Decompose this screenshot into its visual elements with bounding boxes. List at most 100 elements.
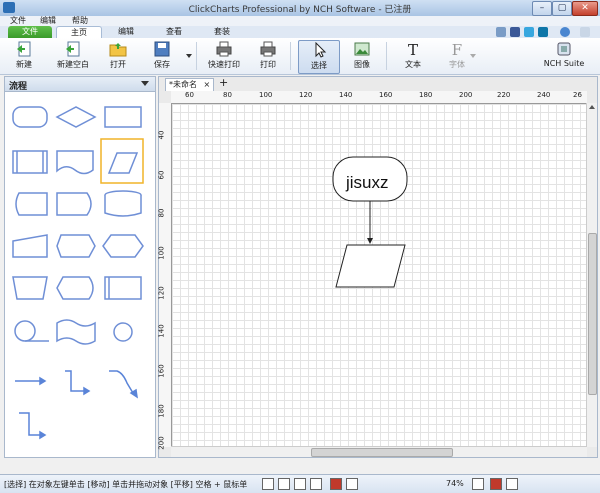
ruler-tick-label: 240 [537, 91, 551, 99]
shape-predefined-process[interactable] [12, 150, 48, 174]
svg-text:F: F [452, 41, 462, 57]
shape-process[interactable] [104, 106, 142, 128]
layout-toggle-icon[interactable] [506, 478, 518, 490]
ruler-tick-label: 160 [157, 364, 166, 378]
menu-item-help[interactable]: 帮助 [72, 16, 88, 26]
scroll-up-icon[interactable] [589, 105, 595, 109]
shape-connector[interactable] [113, 322, 133, 342]
font-dropdown-icon[interactable] [470, 54, 476, 58]
page-icon[interactable] [278, 478, 290, 490]
close-button[interactable]: ✕ [572, 1, 598, 16]
new-blank-label: 新建空白 [57, 60, 89, 69]
tab-suite[interactable]: 套装 [200, 26, 244, 38]
toolbar-separator [196, 42, 197, 70]
shape-library-panel: 流程 [4, 76, 156, 458]
shape-sequential-data[interactable] [14, 320, 49, 342]
text-button[interactable]: T 文本 [396, 40, 430, 72]
linkedin-icon[interactable] [538, 27, 548, 37]
open-label: 打开 [110, 60, 126, 69]
select-button[interactable]: 选择 [298, 40, 340, 74]
window-title: ClickCharts Professional by NCH Software… [188, 5, 412, 15]
menu-item-edit[interactable]: 编辑 [40, 16, 56, 26]
document-tab-label: *未命名 [169, 80, 197, 89]
ruler-tick-label: 60 [157, 170, 166, 180]
folder-icon [109, 43, 127, 57]
cart-icon[interactable] [496, 27, 506, 37]
shape-manual-input[interactable] [12, 234, 48, 258]
fit-page-icon[interactable] [262, 478, 274, 490]
new-button[interactable]: 新建 [4, 40, 44, 72]
shape-decision[interactable] [55, 106, 97, 128]
snap-icon[interactable] [294, 478, 306, 490]
zoom-icon[interactable] [472, 478, 484, 490]
nch-suite-button[interactable]: NCH Suite [538, 40, 590, 72]
quick-print-button[interactable]: 快速打印 [202, 40, 246, 72]
connector-elbow-down[interactable] [19, 412, 47, 440]
shape-data[interactable] [107, 152, 139, 174]
ruler-tick-label: 160 [379, 91, 393, 99]
shape-punched-tape[interactable] [56, 319, 96, 345]
new-blank-icon [66, 41, 80, 57]
text-label: 文本 [405, 60, 421, 69]
add-tab-button[interactable]: + [219, 77, 228, 89]
font-icon: F [452, 41, 462, 57]
shape-category-dropdown[interactable]: 流程 [5, 77, 155, 92]
document-tab[interactable]: *未命名 × [165, 78, 215, 91]
quick-print-icon [216, 41, 232, 57]
vertical-scrollbar[interactable] [586, 103, 597, 447]
shape-disk[interactable] [104, 190, 142, 217]
shape-document[interactable] [56, 150, 94, 175]
ruler-tick-label: 120 [299, 91, 313, 99]
scroll-thumb[interactable] [311, 448, 453, 457]
menu-bar: 文件 编辑 帮助 [0, 16, 600, 26]
save-dropdown-icon[interactable] [186, 54, 192, 58]
ruler-tick-label: 26 [573, 91, 582, 99]
menu-item-file[interactable]: 文件 [10, 16, 26, 26]
cursor-icon [315, 42, 327, 58]
shape-terminator[interactable] [12, 106, 48, 128]
ruler-tick-label: 140 [157, 324, 166, 338]
twitter-icon[interactable] [524, 27, 534, 37]
zoom-level[interactable]: 74% [446, 479, 464, 488]
new-blank-button[interactable]: 新建空白 [50, 40, 96, 72]
shape-preparation[interactable] [102, 234, 144, 258]
open-button[interactable]: 打开 [102, 40, 134, 72]
new-label: 新建 [16, 60, 32, 69]
magnet-icon[interactable] [330, 478, 342, 490]
tab-file[interactable]: 文件 [8, 26, 52, 38]
grid-toggle-icon[interactable] [490, 478, 502, 490]
close-tab-icon[interactable]: × [204, 80, 211, 89]
shape-internal-storage[interactable] [104, 276, 142, 300]
chevron-down-icon [141, 81, 149, 86]
tab-view[interactable]: 查看 [152, 26, 196, 38]
title-bar: ClickCharts Professional by NCH Software… [0, 0, 600, 17]
shape-preparation-alt[interactable] [56, 234, 96, 258]
shape-display[interactable] [56, 276, 94, 300]
vertical-ruler: 40 60 80 100 120 140 160 180 200 [157, 103, 172, 450]
layout-icon[interactable] [346, 478, 358, 490]
shape-manual-operation[interactable] [12, 276, 48, 300]
save-label: 保存 [154, 60, 170, 69]
scroll-thumb[interactable] [588, 233, 597, 395]
connector-elbow[interactable] [65, 370, 91, 396]
print-button[interactable]: 打印 [252, 40, 284, 72]
image-button[interactable]: 图像 [346, 40, 378, 72]
font-button[interactable]: F 字体 [440, 40, 474, 72]
shape-stored-data[interactable] [15, 192, 48, 216]
ruler-tick-label: 220 [497, 91, 511, 99]
horizontal-scrollbar[interactable] [171, 446, 587, 457]
dropdown-icon[interactable] [580, 27, 590, 37]
facebook-icon[interactable] [510, 27, 520, 37]
save-button[interactable]: 保存 [144, 40, 180, 72]
quick-print-label: 快速打印 [208, 60, 240, 69]
minimize-button[interactable]: – [532, 1, 552, 16]
tab-edit[interactable]: 编辑 [104, 26, 148, 38]
connector-straight[interactable] [15, 376, 47, 386]
connector-tool-icon[interactable] [310, 478, 322, 490]
svg-text:T: T [408, 41, 418, 57]
flowchart-node-data[interactable] [335, 244, 406, 288]
maximize-button[interactable]: ▢ [552, 1, 572, 16]
connector-curved[interactable] [109, 370, 138, 399]
help-icon[interactable] [560, 27, 570, 37]
shape-delay[interactable] [56, 192, 92, 216]
